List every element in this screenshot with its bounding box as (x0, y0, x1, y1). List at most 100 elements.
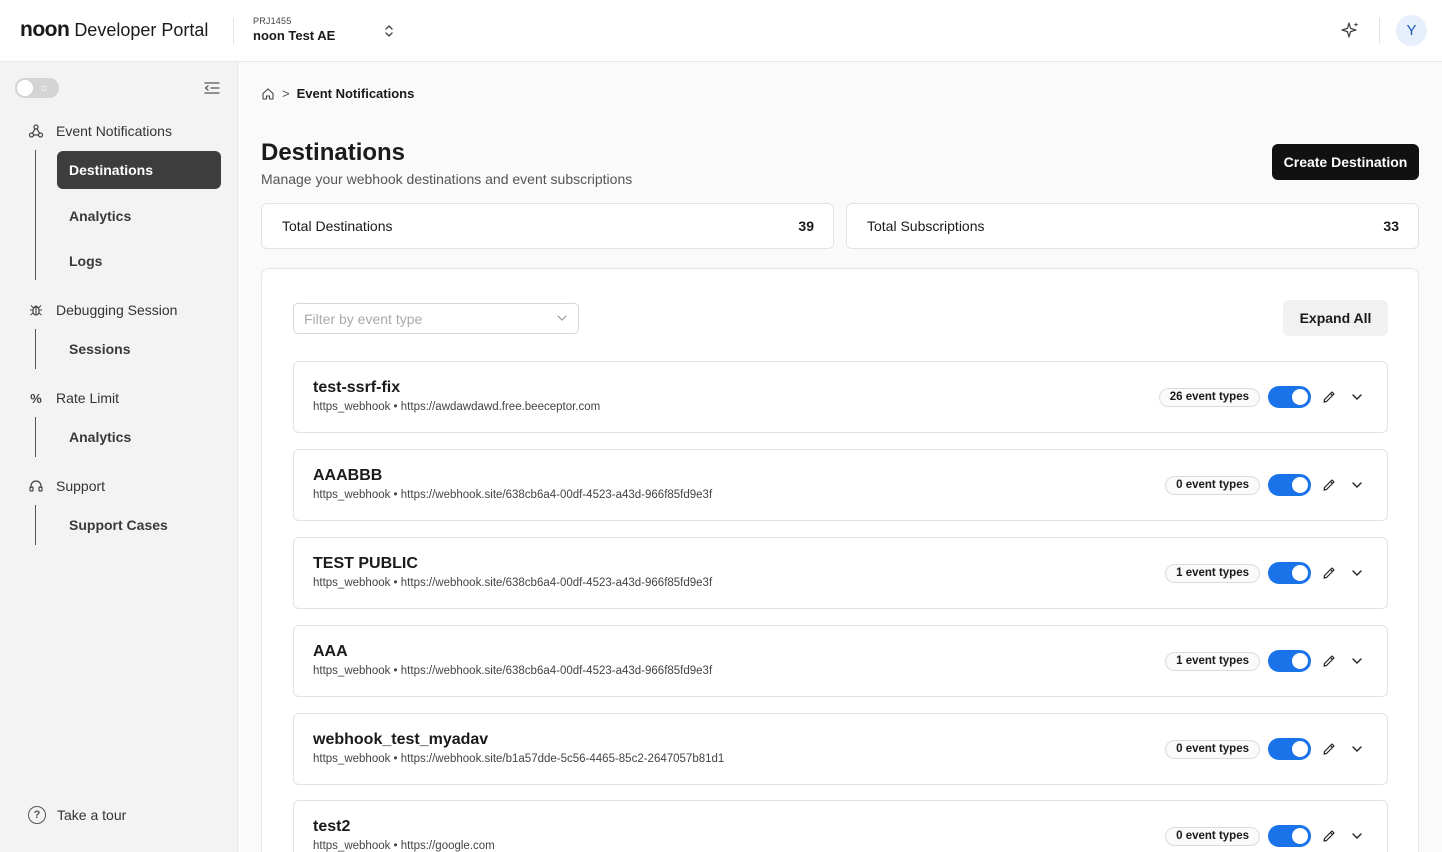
pencil-icon[interactable] (1319, 387, 1339, 407)
home-icon[interactable] (261, 87, 275, 101)
avatar[interactable]: Y (1396, 15, 1427, 46)
webhook-icon (28, 123, 44, 139)
destination-card[interactable]: webhook_test_myadav https_webhook • http… (293, 713, 1388, 785)
nav-section-label: Event Notifications (56, 123, 172, 139)
enabled-toggle[interactable] (1268, 825, 1311, 847)
filter-placeholder: Filter by event type (304, 310, 423, 327)
stat-card-total-subscriptions: Total Subscriptions 33 (846, 203, 1419, 249)
page-subtitle: Manage your webhook destinations and eve… (261, 171, 633, 187)
nav-tree-line (35, 505, 36, 545)
chevron-down-icon[interactable] (1347, 563, 1367, 583)
chevron-down-icon[interactable] (1347, 475, 1367, 495)
event-types-badge: 1 event types (1165, 563, 1260, 583)
destination-url: https_webhook • https://webhook.site/b1a… (313, 753, 725, 765)
sidebar-item-logs[interactable]: Logs (57, 242, 221, 280)
destination-card[interactable]: test2 https_webhook • https://google.com… (293, 800, 1388, 852)
project-code: PRJ1455 (253, 16, 292, 26)
destination-url: https_webhook • https://webhook.site/638… (313, 577, 713, 589)
nav-section-debugging-session[interactable]: Debugging Session (28, 302, 177, 318)
event-types-badge: 0 event types (1165, 739, 1260, 759)
portal-name: Developer Portal (74, 20, 209, 40)
destination-url: https_webhook • https://google.com (313, 840, 495, 852)
top-bar: noon Developer Portal PRJ1455 noon Test … (0, 0, 1442, 62)
destination-url: https_webhook • https://awdawdawd.free.b… (313, 401, 601, 413)
nav-tree-line (35, 150, 36, 280)
sidebar-item-support-cases[interactable]: Support Cases (57, 506, 221, 544)
breadcrumb: > Event Notifications (261, 86, 414, 101)
sun-icon: ☼ (39, 82, 50, 94)
divider (1379, 18, 1380, 44)
event-types-badge: 0 event types (1165, 826, 1260, 846)
nav-section-rate-limit[interactable]: % Rate Limit (28, 390, 119, 406)
sparkle-icon[interactable] (1338, 19, 1362, 43)
sidebar-item-rate-limit-analytics[interactable]: Analytics (57, 418, 221, 456)
bug-icon (28, 302, 44, 318)
sidebar-item-destinations[interactable]: Destinations (57, 151, 221, 189)
breadcrumb-current[interactable]: Event Notifications (297, 86, 415, 101)
enabled-toggle[interactable] (1268, 738, 1311, 760)
project-name: noon Test AE (253, 28, 336, 43)
pencil-icon[interactable] (1319, 651, 1339, 671)
chevron-down-icon (556, 311, 568, 327)
destination-card[interactable]: AAABBB https_webhook • https://webhook.s… (293, 449, 1388, 521)
headset-icon (28, 478, 44, 494)
pencil-icon[interactable] (1319, 563, 1339, 583)
nav-tree-line (35, 329, 36, 369)
sidebar-item-sessions[interactable]: Sessions (57, 330, 221, 368)
destination-url: https_webhook • https://webhook.site/638… (313, 665, 713, 677)
chevron-down-icon[interactable] (1347, 826, 1367, 846)
tour-label: Take a tour (57, 807, 127, 823)
destination-card[interactable]: test-ssrf-fix https_webhook • https://aw… (293, 361, 1388, 433)
destination-name: AAA (313, 643, 348, 660)
event-types-badge: 0 event types (1165, 475, 1260, 495)
breadcrumb-separator: > (282, 86, 290, 101)
pencil-icon[interactable] (1319, 739, 1339, 759)
enabled-toggle[interactable] (1268, 562, 1311, 584)
enabled-toggle[interactable] (1268, 474, 1311, 496)
chevron-up-down-icon[interactable] (380, 22, 398, 40)
destination-url: https_webhook • https://webhook.site/638… (313, 489, 713, 501)
enabled-toggle[interactable] (1268, 650, 1311, 672)
page-title: Destinations (261, 139, 406, 166)
logo[interactable]: noon Developer Portal (20, 18, 208, 42)
nav-section-label: Support (56, 478, 106, 494)
nav-section-event-notifications[interactable]: Event Notifications (28, 123, 172, 139)
take-a-tour-button[interactable]: ? Take a tour (28, 806, 126, 824)
pencil-icon[interactable] (1319, 826, 1339, 846)
sidebar: ☼ Event Notifications Destinations Analy… (0, 62, 238, 852)
destination-card[interactable]: TEST PUBLIC https_webhook • https://webh… (293, 537, 1388, 609)
sidebar-item-analytics[interactable]: Analytics (57, 197, 221, 235)
chevron-down-icon[interactable] (1347, 739, 1367, 759)
divider (233, 18, 234, 44)
expand-all-button[interactable]: Expand All (1283, 300, 1388, 336)
chevron-down-icon[interactable] (1347, 651, 1367, 671)
create-destination-button[interactable]: Create Destination (1272, 144, 1419, 180)
enabled-toggle[interactable] (1268, 386, 1311, 408)
nav-section-label: Debugging Session (56, 302, 178, 318)
project-selector[interactable]: PRJ1455 noon Test AE (253, 16, 335, 43)
brand-name: noon (20, 18, 70, 41)
chevron-down-icon[interactable] (1347, 387, 1367, 407)
nav-section-label: Rate Limit (56, 390, 120, 406)
percent-icon: % (30, 390, 42, 406)
nav-tree-line (35, 417, 36, 457)
destination-card[interactable]: AAA https_webhook • https://webhook.site… (293, 625, 1388, 697)
destination-name: AAABBB (313, 467, 383, 484)
destination-name: test2 (313, 818, 351, 835)
theme-toggle[interactable]: ☼ (15, 78, 59, 98)
collapse-sidebar-icon[interactable] (203, 80, 221, 96)
destination-name: test-ssrf-fix (313, 379, 401, 396)
event-types-badge: 1 event types (1165, 651, 1260, 671)
destination-name: TEST PUBLIC (313, 555, 418, 572)
stat-value: 39 (798, 218, 814, 234)
toggle-knob (17, 80, 33, 96)
stat-label: Total Destinations (282, 218, 393, 234)
destination-name: webhook_test_myadav (313, 731, 489, 748)
stat-card-total-destinations: Total Destinations 39 (261, 203, 834, 249)
stat-label: Total Subscriptions (867, 218, 985, 234)
event-type-filter[interactable]: Filter by event type (293, 303, 579, 334)
pencil-icon[interactable] (1319, 475, 1339, 495)
nav-section-support[interactable]: Support (28, 478, 105, 494)
stat-value: 33 (1383, 218, 1399, 234)
help-circle-icon: ? (28, 806, 46, 824)
